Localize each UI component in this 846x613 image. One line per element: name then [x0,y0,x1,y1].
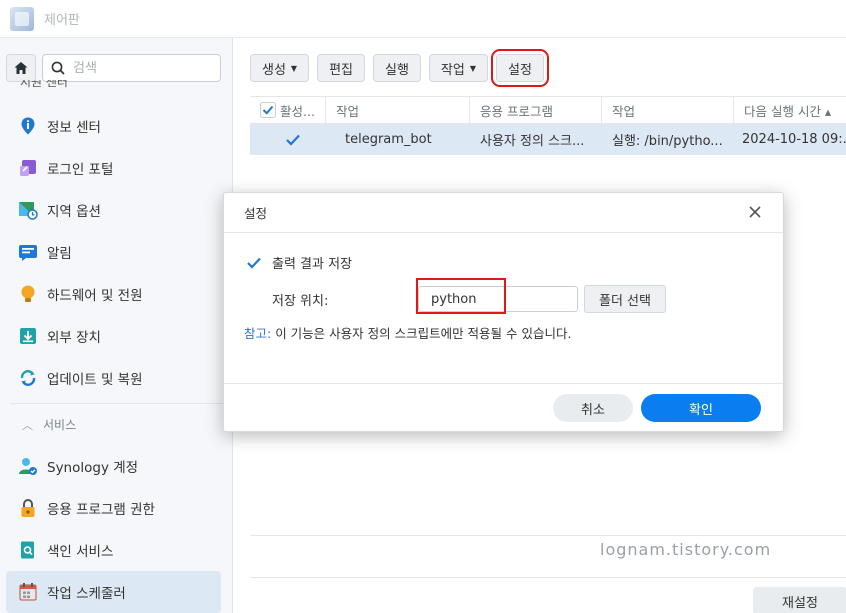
table-row[interactable]: telegram_bot 사용자 정의 스크... 실행: /bin/pytho… [250,124,846,155]
sidebar-section-services[interactable]: ︿ 서비스 [10,403,223,445]
chevron-up-icon: ︿ [22,418,33,432]
search-box[interactable] [42,54,221,82]
folder-select-button[interactable]: 폴더 선택 [584,285,666,313]
check-icon[interactable] [285,132,301,148]
sidebar-item-index-service[interactable]: 색인 서비스 [0,529,232,571]
sidebar-item-label: 정보 센터 [47,120,101,136]
row-app-cell: 사용자 정의 스크... [480,134,585,149]
create-button-label: 생성 [262,62,286,78]
divider [250,577,846,578]
regional-options-icon [18,200,38,220]
col-next-run-header[interactable]: 다음 실행 시간 ▴ [734,97,846,123]
window-titlebar: 제어판 [0,0,846,38]
caret-down-icon: ▼ [290,63,298,73]
cancel-button[interactable]: 취소 [553,394,633,422]
sidebar-item-hardware-power[interactable]: 하드웨어 및 전원 [0,273,232,315]
col-enabled-header[interactable]: 활성... [250,97,326,123]
sidebar-item-app-permission[interactable]: 응용 프로그램 권한 [0,487,232,529]
caret-down-icon: ▼ [469,63,476,73]
col-task-header[interactable]: 작업 [326,97,470,123]
watermark: lognam.tistory.com [600,540,772,559]
run-button[interactable]: 실행 [373,54,421,82]
sidebar-item-login-portal[interactable]: 로그인 포털 [0,147,232,189]
window-title: 제어판 [44,13,80,28]
action-button-label: 작업 [440,62,465,78]
create-button[interactable]: 생성 ▼ [250,54,310,82]
sidebar-item-label: 로그인 포털 [47,162,114,178]
save-location-input[interactable] [418,286,578,312]
hardware-power-icon [18,284,38,304]
col-enabled-label: 활성... [280,103,315,119]
sidebar-item-update-restore[interactable]: 업데이트 및 복원 [0,357,232,399]
home-icon [14,62,28,74]
sidebar-item-label: 지역 옵션 [47,204,101,220]
save-location-wrapper [418,286,578,312]
sidebar-item-cut: 지원 센터 [20,80,68,89]
sidebar-list: 정보 센터 로그인 포털 지역 옵션 알림 하드웨어 및 전원 외부 장치 업데… [0,105,232,613]
sidebar-item-label: 업데이트 및 복원 [47,372,143,388]
save-output-checkbox[interactable] [246,255,262,271]
home-button[interactable] [6,54,36,82]
divider [250,535,846,536]
sidebar-item-label: 알림 [47,246,72,262]
col-app-header[interactable]: 응용 프로그램 [470,97,602,123]
row-enabled-cell[interactable] [250,124,326,155]
edit-button[interactable]: 편집 [317,54,365,82]
toolbar: 생성 ▼ 편집 실행 작업 ▼ 설정 [250,49,552,87]
save-output-label: 출력 결과 저장 [272,257,353,272]
info-icon [18,116,38,136]
control-panel-icon [10,6,34,31]
grid-header: 활성... 작업 응용 프로그램 작업 다음 실행 시간 ▴ [250,96,846,124]
divider [224,383,783,384]
save-output-option[interactable]: 출력 결과 저장 [246,253,352,272]
dialog-note: 참고: 이 기능은 사용자 정의 스크립트에만 적용될 수 있습니다. [244,323,571,342]
sidebar: 지원 센터 정보 센터 로그인 포털 지역 옵션 알림 하드웨어 및 전원 외부… [0,38,233,613]
dialog-title: 설정 [244,206,268,221]
sidebar-item-regional-options[interactable]: 지역 옵션 [0,189,232,231]
sidebar-item-label: 응용 프로그램 권한 [47,502,155,518]
task-grid: 활성... 작업 응용 프로그램 작업 다음 실행 시간 ▴ telegram_… [250,96,846,155]
check-icon[interactable] [260,102,276,118]
synology-account-icon [18,456,38,476]
sidebar-item-task-scheduler[interactable]: 작업 스케줄러 [6,571,221,613]
save-location-label: 저장 위치: [272,293,329,309]
save-location-row: 저장 위치: 폴더 선택 [272,285,666,313]
col-action-header[interactable]: 작업 [602,97,734,123]
sidebar-item-label: 작업 스케줄러 [47,586,126,602]
dialog-header: 설정 [224,193,783,233]
reset-button[interactable]: 재설정 [753,587,846,613]
close-icon[interactable] [747,204,763,220]
sidebar-item-synology-account[interactable]: Synology 계정 [0,445,232,487]
row-action-cell: 실행: /bin/pytho... [612,134,723,149]
sidebar-item-label: 외부 장치 [47,330,101,346]
action-button[interactable]: 작업 ▼ [428,54,488,82]
task-scheduler-icon [18,582,38,602]
search-icon [51,61,65,75]
index-service-icon [18,540,38,560]
row-task-cell: telegram_bot [345,132,432,147]
sidebar-item-info-center[interactable]: 정보 센터 [0,105,232,147]
sidebar-item-label: 하드웨어 및 전원 [47,288,143,304]
settings-dialog: 설정 출력 결과 저장 저장 위치: 폴더 선택 참고: 이 기능은 사용자 정… [223,192,784,432]
settings-button[interactable]: 설정 [491,49,549,87]
notification-icon [18,242,38,262]
sidebar-item-notification[interactable]: 알림 [0,231,232,273]
note-key: 참고: [244,326,272,341]
update-restore-icon [18,368,38,388]
note-text: 이 기능은 사용자 정의 스크립트에만 적용될 수 있습니다. [271,326,572,341]
external-device-icon [18,326,38,346]
row-next-run-cell: 2024-10-18 09:... [742,132,846,147]
sidebar-item-external-device[interactable]: 외부 장치 [0,315,232,357]
search-input[interactable] [73,60,203,76]
app-permission-icon [18,498,38,518]
sidebar-item-label: Synology 계정 [47,460,139,476]
sidebar-section-label: 서비스 [43,418,77,432]
ok-button[interactable]: 확인 [641,394,761,422]
login-portal-icon [18,158,38,178]
sidebar-item-label: 색인 서비스 [47,544,114,560]
